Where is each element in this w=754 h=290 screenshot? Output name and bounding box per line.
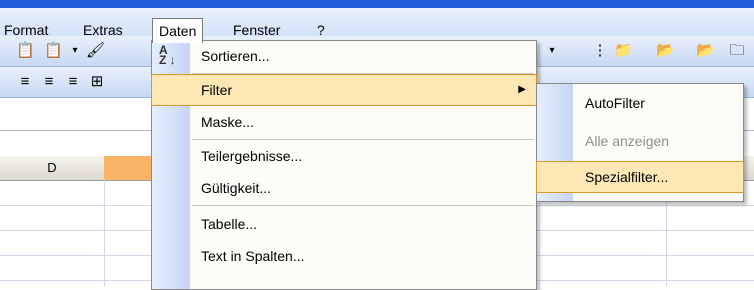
submenu-item-autofilter[interactable]: AutoFilter <box>537 88 743 118</box>
submenu-arrow-icon: ▶ <box>518 84 526 95</box>
menu-item-teilergebnisse[interactable]: Teilergebnisse... <box>152 141 536 171</box>
submenu-item-spezialfilter[interactable]: Spezialfilter... <box>536 161 744 193</box>
align-left-icon[interactable]: ≡ <box>16 73 34 91</box>
daten-menu: AZ ↓ Sortieren... Filter ▶ Maske... Teil… <box>151 40 537 290</box>
folder-open-icon[interactable]: 📂 <box>656 42 675 60</box>
format-painter-icon[interactable]: 🖌 <box>86 42 105 60</box>
menu-item-filter[interactable]: Filter ▶ <box>151 74 537 106</box>
align-center-icon[interactable]: ≡ <box>40 73 58 91</box>
folder-icon[interactable]: 📁 <box>614 42 633 60</box>
menu-separator <box>192 73 534 74</box>
align-right-icon[interactable]: ≡ <box>64 73 82 91</box>
submenu-item-alle-anzeigen: Alle anzeigen <box>585 133 670 149</box>
menu-item-text-in-spalten[interactable]: Text in Spalten... <box>152 241 536 271</box>
menu-separator <box>192 205 534 206</box>
sort-az-icon: AZ ↓ <box>159 43 176 67</box>
menu-item-tabelle[interactable]: Tabelle... <box>152 209 536 239</box>
paste-icon[interactable]: 📋 <box>44 42 63 60</box>
menu-item-sortieren[interactable]: AZ ↓ Sortieren... <box>152 41 536 71</box>
column-header-d[interactable]: D <box>0 156 105 180</box>
title-bar <box>0 0 754 8</box>
menu-daten[interactable]: Daten <box>152 18 204 43</box>
copy-icon[interactable]: 📋 <box>16 42 35 60</box>
gray-folder-icon[interactable]: 🗀 <box>728 42 746 60</box>
filter-submenu: AutoFilter Alle anzeigen Spezialfilter..… <box>536 83 744 202</box>
menu-bar: Format Extras Daten Fenster ? <box>0 8 754 43</box>
merge-center-icon[interactable]: ⊞ <box>88 73 106 91</box>
menu-item-gueltigkeit[interactable]: Gültigkeit... <box>152 173 536 203</box>
dropdown-arrow-icon[interactable]: ▾ <box>543 42 561 60</box>
menu-item-maske[interactable]: Maske... <box>152 107 536 137</box>
folder-up-icon[interactable]: 📂 <box>696 42 715 60</box>
menu-separator <box>192 139 534 140</box>
dropdown-arrow-icon[interactable]: ▾ <box>66 42 84 60</box>
toolbar-options-icon[interactable]: ⋮ <box>591 42 609 60</box>
grid-line <box>104 180 105 286</box>
